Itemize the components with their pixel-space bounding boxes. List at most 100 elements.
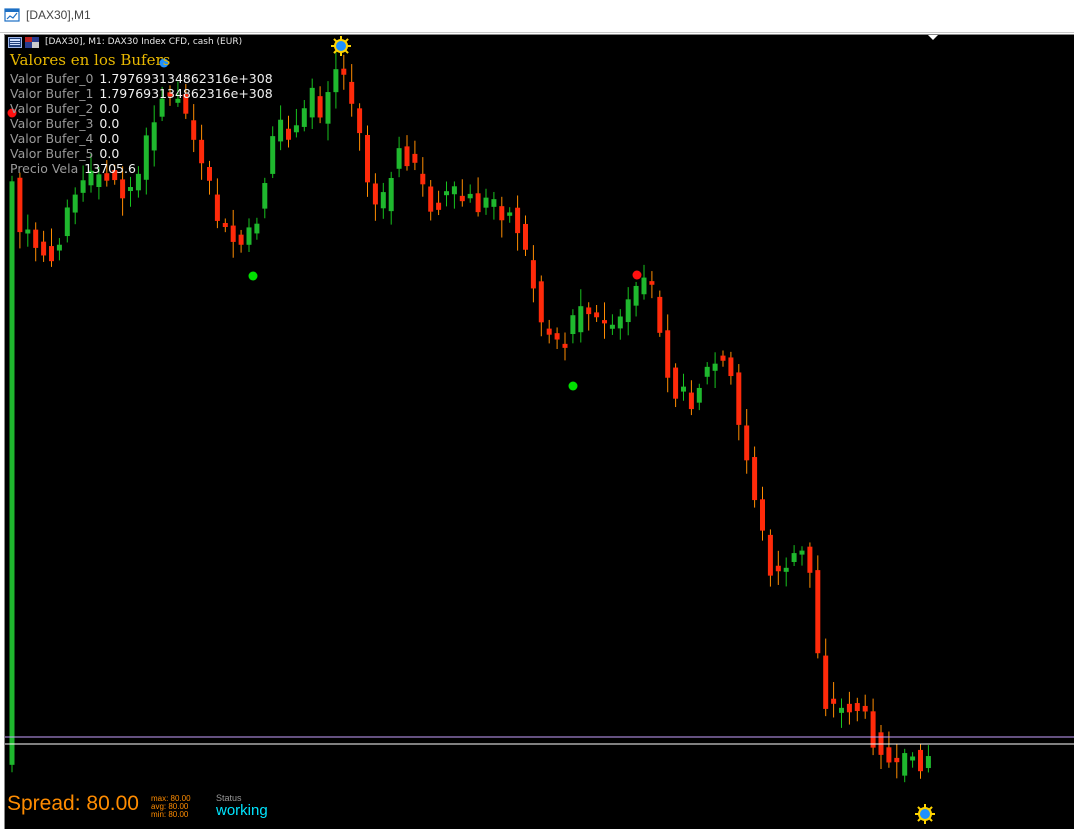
- candle-body: [270, 136, 276, 174]
- candle-body: [214, 194, 220, 221]
- candle-body: [744, 425, 750, 461]
- candle-body: [752, 457, 758, 501]
- candle-body: [641, 277, 647, 295]
- candles-layer: [9, 51, 931, 783]
- candle-body: [649, 281, 655, 285]
- candle-body: [41, 241, 47, 256]
- candle-body: [357, 108, 363, 134]
- candle-body: [586, 307, 592, 315]
- candle-body: [80, 180, 86, 193]
- candle-body: [17, 177, 23, 233]
- candle-body: [333, 69, 339, 93]
- candle-body: [546, 328, 552, 335]
- spread-value: Spread: 80.00: [7, 792, 139, 815]
- green-signal-dot: [568, 381, 578, 391]
- price-label: Precio Vela: [10, 161, 79, 176]
- candle-body: [783, 567, 789, 572]
- buffer-value: 0.0: [99, 146, 120, 161]
- buffer-label: Valor Bufer_0: [10, 71, 94, 86]
- buffer-row-5: Valor Bufer_5 0.0: [10, 146, 119, 161]
- candle-body: [262, 183, 268, 209]
- candle-body: [341, 68, 347, 75]
- candle-body: [799, 550, 805, 555]
- candle-body: [554, 333, 560, 340]
- buffer-row-3: Valor Bufer_3 0.0: [10, 116, 119, 131]
- candle-body: [278, 119, 284, 142]
- top-sun-marker: [331, 36, 351, 56]
- candle-body: [538, 281, 544, 323]
- candle-body: [862, 705, 868, 712]
- candle-body: [815, 570, 821, 654]
- candle-body: [159, 98, 165, 117]
- candle-body: [286, 128, 291, 140]
- candle-body: [760, 499, 765, 531]
- buffer-value: 1.797693134862316e+308: [99, 86, 273, 101]
- candle-body: [696, 387, 702, 403]
- price-chart[interactable]: [0, 0, 1074, 828]
- candle-body: [736, 372, 742, 425]
- candle-body: [704, 366, 710, 377]
- candle-body: [230, 225, 236, 242]
- candle-body: [594, 312, 600, 318]
- buffer-label: Valor Bufer_1: [10, 86, 94, 101]
- candle-body: [459, 195, 465, 202]
- candle-body: [309, 87, 315, 118]
- candle-body: [467, 193, 473, 199]
- buffer-row-0: Valor Bufer_0 1.797693134862316e+308: [10, 71, 273, 86]
- candle-body: [56, 244, 62, 251]
- candle-body: [96, 174, 102, 188]
- buffer-value: 0.0: [99, 116, 120, 131]
- candle-body: [420, 173, 426, 185]
- candle-body: [925, 756, 931, 769]
- time-axis-labels: [5, 824, 1074, 828]
- candle-body: [365, 134, 370, 183]
- candle-body: [570, 315, 576, 335]
- candle-body: [238, 234, 244, 245]
- buffer-value: 0.0: [99, 101, 120, 116]
- candle-body: [49, 246, 54, 262]
- candle-body: [222, 222, 228, 228]
- candle-body: [380, 192, 386, 209]
- candle-body: [767, 534, 773, 576]
- candle-body: [388, 177, 394, 212]
- candle-body: [712, 363, 718, 371]
- candle-body: [64, 207, 70, 237]
- candle-body: [491, 199, 497, 207]
- candle-body: [507, 212, 513, 216]
- candle-body: [523, 223, 528, 250]
- candle-body: [120, 179, 126, 199]
- candle-body: [444, 191, 449, 196]
- candle-body: [918, 749, 923, 772]
- candle-body: [151, 122, 157, 151]
- candle-body: [475, 193, 481, 213]
- candle-body: [728, 357, 734, 377]
- status-value: working: [216, 802, 268, 819]
- price-value: 13705.6: [84, 161, 136, 176]
- price-row: Precio Vela 13705.6: [10, 161, 136, 176]
- candle-body: [633, 285, 639, 306]
- buffer-row-4: Valor Bufer_4 0.0: [10, 131, 119, 146]
- buffer-label: Valor Bufer_4: [10, 131, 94, 146]
- candle-body: [870, 711, 876, 748]
- candle-body: [775, 565, 781, 572]
- bottom-sun-marker: [915, 804, 935, 824]
- spread-min: min: 80.00: [151, 810, 189, 819]
- candle-body: [9, 181, 15, 765]
- candle-body: [681, 386, 686, 392]
- candle-body: [617, 316, 623, 329]
- candle-body: [720, 355, 726, 361]
- candle-body: [609, 324, 615, 329]
- candle-body: [499, 206, 505, 221]
- candle-body: [902, 753, 908, 776]
- buffer-row-2: Valor Bufer_2 0.0: [10, 101, 119, 116]
- candle-body: [143, 135, 149, 180]
- candle-body: [25, 229, 31, 234]
- candle-body: [807, 546, 813, 573]
- candle-body: [602, 320, 607, 324]
- candle-body: [530, 260, 536, 289]
- candle-body: [839, 707, 844, 713]
- candle-body: [854, 703, 860, 712]
- candle-body: [886, 747, 892, 763]
- candle-body: [33, 229, 39, 248]
- chart-properties-icon[interactable]: [8, 37, 22, 48]
